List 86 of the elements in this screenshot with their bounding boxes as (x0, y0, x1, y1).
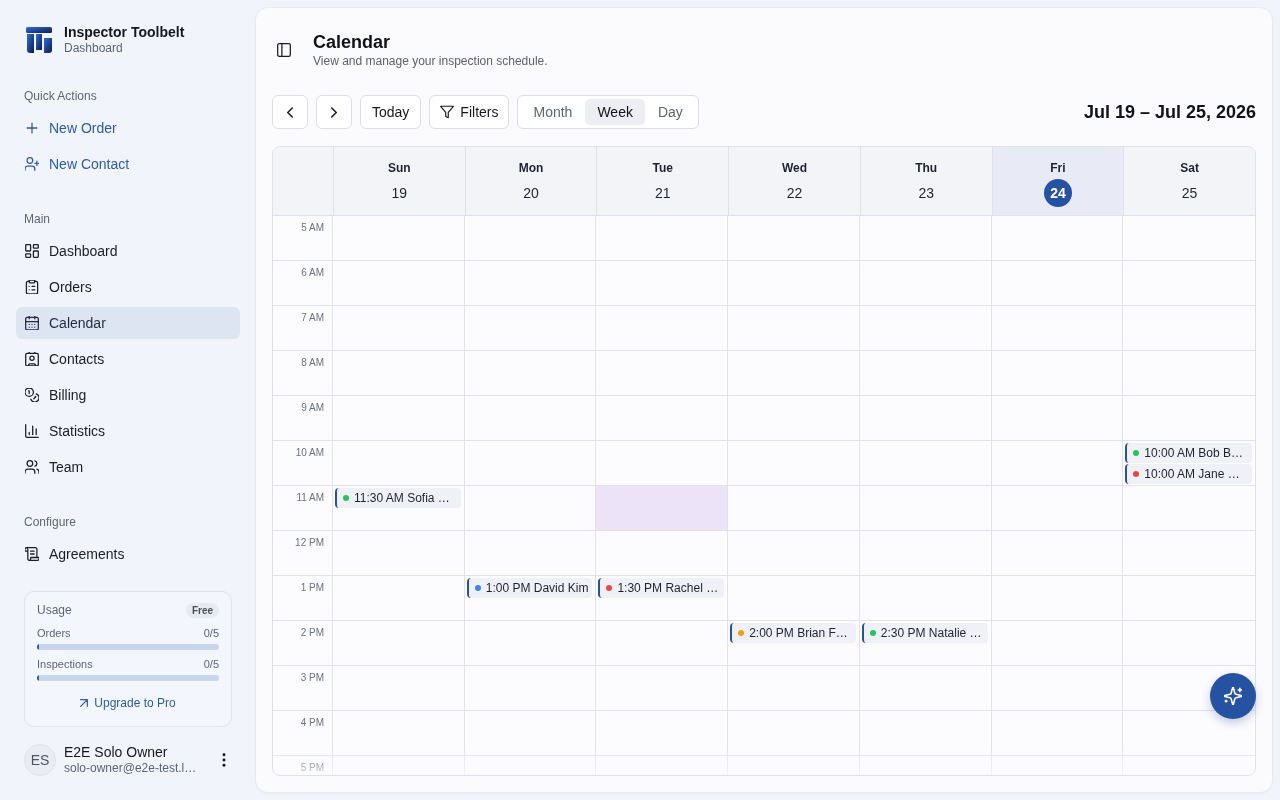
event-chip[interactable]: 2:30 PM Natalie … (861, 623, 988, 643)
section-heading: Quick Actions (23, 88, 98, 104)
meter-label: Inspections (37, 657, 93, 672)
nav-item[interactable]: Contacts (16, 343, 240, 375)
section-heading: Configure (23, 514, 78, 530)
day-name: Sun (388, 160, 411, 176)
event-chip[interactable]: 1:30 PM Rachel … (598, 578, 725, 598)
event-chip[interactable]: 11:30 AM Sofia … (335, 488, 461, 508)
nav-item[interactable]: Calendar (16, 307, 240, 339)
quick-action-link[interactable]: New Contact (16, 148, 240, 180)
sidebar-toggle-button[interactable] (277, 43, 291, 57)
dashboard-grid-icon (25, 244, 39, 258)
day-name: Tue (652, 160, 673, 176)
user-name: E2E Solo Owner (64, 744, 169, 761)
nav-item[interactable]: Statistics (16, 415, 240, 447)
page-subtitle: View and manage your inspection schedule. (313, 53, 548, 69)
sparkles-icon (1224, 687, 1242, 705)
brand-logo (26, 27, 52, 53)
day-name: Sat (1180, 160, 1199, 176)
time-label: 5 PM (300, 762, 324, 774)
coins-icon (25, 388, 39, 402)
today-button[interactable]: Today (360, 95, 422, 129)
event-chip[interactable]: 10:00 AM Bob B… (1125, 443, 1252, 463)
section-heading: Main (23, 211, 51, 227)
arrow-up-right-icon (80, 699, 89, 707)
app-name: Inspector Toolbelt (64, 24, 185, 40)
page-title: Calendar (313, 31, 392, 53)
time-label: 8 AM (301, 357, 324, 369)
day-name: Fri (1050, 160, 1066, 176)
time-label: 4 PM (300, 717, 324, 729)
users-icon (25, 460, 39, 474)
view-tab[interactable]: Month (521, 99, 585, 125)
time-label: 6 AM (301, 267, 324, 279)
bar-chart-icon (25, 424, 39, 438)
time-label: 5 AM (301, 222, 324, 234)
meter-reading: 0/5 (203, 657, 219, 672)
nav-item[interactable]: Team (16, 451, 240, 483)
view-tab[interactable]: Week (585, 99, 645, 125)
time-label: 1 PM (300, 582, 324, 594)
day-name: Thu (915, 160, 938, 176)
day-date: 23 (917, 184, 935, 203)
upgrade-link[interactable]: Upgrade to Pro (80, 694, 176, 712)
day-date: 25 (1180, 184, 1199, 203)
day-date: 21 (654, 184, 672, 203)
nav-item[interactable]: Billing (16, 379, 240, 411)
time-label: 7 AM (301, 312, 324, 324)
time-label: 9 AM (301, 402, 324, 414)
chevron-right-icon (331, 106, 337, 118)
vertical-dots-icon (222, 753, 226, 767)
view-tab[interactable]: Day (645, 99, 695, 125)
funnel-icon (440, 105, 455, 119)
event-chip[interactable]: 2:00 PM Brian F… (730, 623, 856, 643)
day-date: 20 (522, 184, 540, 203)
scroll-icon (25, 547, 39, 561)
time-label: 10 AM (295, 447, 324, 459)
app-subtitle: Dashboard (64, 40, 124, 56)
day-date: 22 (785, 184, 804, 203)
time-label: 3 PM (300, 672, 324, 684)
panel-icon (277, 43, 291, 57)
contact-card-icon (25, 352, 39, 366)
calendar-icon (25, 316, 39, 330)
user-email: solo-owner@e2e-test.l… (64, 761, 198, 776)
event-chip[interactable]: 1:00 PM David Kim (466, 578, 593, 598)
clipboard-icon (25, 280, 39, 294)
day-date: 19 (390, 184, 409, 203)
quick-action-link[interactable]: New Order (16, 112, 240, 144)
time-label: 12 PM (295, 537, 324, 549)
plan-badge: Free (185, 602, 219, 618)
day-name: Mon (518, 160, 544, 176)
day-name: Wed (781, 160, 808, 176)
time-label: 2 PM (300, 627, 324, 639)
meter-label: Orders (37, 626, 71, 641)
time-label: 11 AM (296, 492, 324, 504)
meter-reading: 0/5 (203, 626, 219, 641)
usage-title: Usage (37, 603, 72, 617)
date-range: Jul 19 – Jul 25, 2026 (1083, 101, 1256, 123)
filters-button[interactable]: Filters (429, 95, 510, 129)
nav-item[interactable]: Orders (16, 271, 240, 303)
chevron-left-icon (287, 106, 293, 118)
day-date: 24 (1043, 179, 1072, 207)
event-chip[interactable]: 10:00 AM Jane … (1125, 464, 1252, 484)
user-avatar: ES (24, 744, 56, 776)
nav-item[interactable]: Agreements (16, 538, 240, 570)
nav-item[interactable]: Dashboard (16, 235, 240, 267)
plus-icon (25, 121, 39, 135)
user-plus-icon (25, 157, 39, 171)
